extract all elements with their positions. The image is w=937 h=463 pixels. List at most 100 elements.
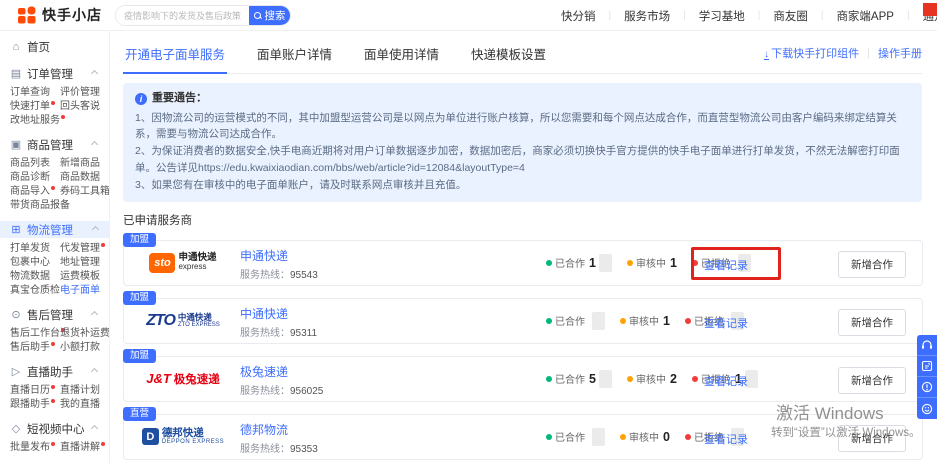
- courier-name-link[interactable]: 申通快递: [240, 247, 288, 264]
- hotline: 服务热线：95311: [240, 324, 317, 339]
- download-print-component-link[interactable]: ↓下载快手打印组件: [764, 45, 859, 61]
- sidebar-item[interactable]: 商品导入: [10, 186, 60, 198]
- nav-service-market[interactable]: 服务市场: [611, 8, 683, 24]
- sidebar-item[interactable]: 小额打款: [60, 342, 108, 354]
- sidebar-item[interactable]: 带货商品报备: [10, 200, 60, 212]
- sidebar-item[interactable]: 回头客说: [60, 101, 108, 113]
- sidebar-section-logistics: ⊞ 物流管理 打单发货 代发管理 包裹中心 地址管理 物流数据 运费模板 真宝仓…: [10, 221, 109, 297]
- section-title-live[interactable]: ▷ 直播助手: [10, 363, 109, 380]
- sidebar-item[interactable]: 快速打单: [10, 101, 60, 113]
- sidebar-section-aftersale: ⊙ 售后管理 售后工作台 退货补运费 售后助手 小额打款: [10, 306, 109, 354]
- tab-express-template-settings[interactable]: 快递模板设置: [469, 40, 548, 73]
- operation-manual-link[interactable]: 操作手册: [878, 45, 922, 61]
- red-dot-badge: [101, 442, 105, 446]
- sidebar-item[interactable]: 售后助手: [10, 342, 60, 354]
- red-dot-badge: [51, 442, 55, 446]
- sidebar-item[interactable]: 券码工具箱: [60, 186, 108, 198]
- tab-toolbar: ↓下载快手打印组件 | 操作手册: [764, 45, 922, 61]
- sidebar-item[interactable]: 改地址服务: [10, 115, 60, 127]
- view-records-link[interactable]: 查看记录: [704, 431, 748, 447]
- search-button[interactable]: 搜索: [249, 6, 290, 25]
- status-reviewing: 审核中1: [627, 255, 677, 270]
- red-dot-icon: [685, 318, 691, 324]
- header-search: 搜索: [115, 5, 291, 26]
- section-title-logistics[interactable]: ⊞ 物流管理: [0, 221, 110, 238]
- sidebar-item[interactable]: 地址管理: [60, 257, 108, 269]
- sidebar-item[interactable]: 真宝仓质检: [10, 285, 60, 297]
- sidebar-item[interactable]: 售后工作台: [10, 328, 60, 340]
- info-circle-icon[interactable]: [917, 377, 937, 398]
- sidebar-item[interactable]: 直播日历: [10, 385, 60, 397]
- sidebar-item[interactable]: 评价管理: [60, 87, 108, 99]
- section-title-video[interactable]: ◇ 短视频中心: [10, 420, 109, 437]
- important-notice: i 重要通告： 1、因物流公司的运营模式的不同，其中加盟型运营公司是以网点为单位…: [123, 83, 922, 202]
- view-records-link[interactable]: 查看记录: [704, 315, 748, 331]
- video-icon: ◇: [10, 422, 22, 435]
- sidebar-item[interactable]: 直播讲解: [60, 442, 108, 454]
- courier-list: 加盟 sto 申通快递express 申通快递 服务热线：95543 已合作1 …: [123, 240, 923, 463]
- section-title-orders[interactable]: ▤ 订单管理: [10, 65, 109, 82]
- search-input[interactable]: [116, 6, 249, 25]
- orders-icon: ▤: [10, 67, 22, 80]
- courier-name-link[interactable]: 德邦物流: [240, 421, 288, 438]
- sidebar-section-products: ▣ 商品管理 商品列表 新增商品 商品诊断 商品数据 商品导入 券码工具箱 带货…: [10, 136, 109, 212]
- sidebar-item[interactable]: 代发管理: [60, 243, 108, 255]
- courier-row-jt: 加盟 J&T 极兔速递 极兔速递 服务热线：956025 已合作5 审核中2 已…: [123, 356, 923, 402]
- sidebar-item[interactable]: 包裹中心: [10, 257, 60, 269]
- add-cooperation-button[interactable]: 新增合作: [838, 251, 906, 278]
- orange-dot-icon: [627, 376, 633, 382]
- live-icon: ▷: [10, 365, 22, 378]
- brand[interactable]: 快手小店: [18, 5, 102, 25]
- status-cooperated: 已合作: [546, 312, 605, 330]
- view-records-link[interactable]: 查看记录: [704, 257, 748, 273]
- sidebar-item[interactable]: 我的直播: [60, 399, 108, 411]
- redacted-red-patch: [923, 3, 937, 16]
- courier-name-link[interactable]: 中通快递: [240, 305, 288, 322]
- tab-open-ewaybill-service[interactable]: 开通电子面单服务: [123, 40, 227, 74]
- nav-merchant-app[interactable]: 商家端APP: [823, 8, 907, 24]
- sidebar-item[interactable]: 物流数据: [10, 271, 60, 283]
- service-robot-icon[interactable]: [917, 398, 937, 419]
- sidebar-item[interactable]: 订单查询: [10, 87, 60, 99]
- notice-title: i 重要通告：: [135, 90, 908, 108]
- status-reviewing: 审核中2: [627, 371, 677, 386]
- tab-waybill-usage-detail[interactable]: 面单使用详情: [362, 40, 441, 73]
- red-dot-icon: [692, 260, 698, 266]
- nav-kuai-distribution[interactable]: 快分销: [548, 8, 609, 24]
- view-records-link[interactable]: 查看记录: [704, 373, 748, 389]
- add-cooperation-button[interactable]: 新增合作: [838, 309, 906, 336]
- section-title-aftersale[interactable]: ⊙ 售后管理: [10, 306, 109, 323]
- collapse-chevron-icon: [91, 141, 98, 148]
- sidebar-item-home[interactable]: ⌂ 首页: [10, 38, 109, 56]
- sidebar-item[interactable]: 直播计划: [60, 385, 108, 397]
- courier-name-link[interactable]: 极兔速递: [240, 363, 288, 380]
- sidebar-item[interactable]: 批量发布: [10, 442, 60, 454]
- collapse-chevron-icon: [91, 368, 98, 375]
- sidebar-item[interactable]: 商品数据: [60, 172, 108, 184]
- nav-merchant-circle[interactable]: 商友圈: [760, 8, 821, 24]
- section-title-products[interactable]: ▣ 商品管理: [10, 136, 109, 153]
- tab-waybill-account-detail[interactable]: 面单账户详情: [255, 40, 334, 73]
- status-cooperated: 已合作1: [546, 254, 612, 272]
- feedback-form-icon[interactable]: [917, 356, 937, 377]
- sidebar-item-ewaybill-current[interactable]: 电子面单: [60, 285, 108, 297]
- direct-badge: 直营: [123, 407, 156, 422]
- add-cooperation-button[interactable]: 新增合作: [838, 425, 906, 452]
- sidebar-item[interactable]: 退货补运费: [60, 328, 108, 340]
- orange-dot-icon: [620, 434, 626, 440]
- green-dot-icon: [546, 376, 552, 382]
- customer-service-headset-icon[interactable]: [917, 335, 937, 356]
- sidebar: ⌂ 首页 ▤ 订单管理 订单查询 评价管理 快速打单 回头客说 改地址服务 ▣ …: [0, 31, 110, 463]
- app-title: 快手小店: [42, 5, 102, 25]
- sidebar-item[interactable]: 商品诊断: [10, 172, 60, 184]
- sidebar-item[interactable]: 商品列表: [10, 158, 60, 170]
- add-cooperation-button[interactable]: 新增合作: [838, 367, 906, 394]
- sidebar-item[interactable]: 打单发货: [10, 243, 60, 255]
- sidebar-item[interactable]: 新增商品: [60, 158, 108, 170]
- sidebar-item[interactable]: 跟播助手: [10, 399, 60, 411]
- nav-learning-base[interactable]: 学习基地: [686, 8, 758, 24]
- download-icon: ↓: [764, 50, 769, 60]
- sidebar-item[interactable]: 运费模板: [60, 271, 108, 283]
- courier-row-sto: 加盟 sto 申通快递express 申通快递 服务热线：95543 已合作1 …: [123, 240, 923, 286]
- sidebar-section-live: ▷ 直播助手 直播日历 直播计划 跟播助手 我的直播: [10, 363, 109, 411]
